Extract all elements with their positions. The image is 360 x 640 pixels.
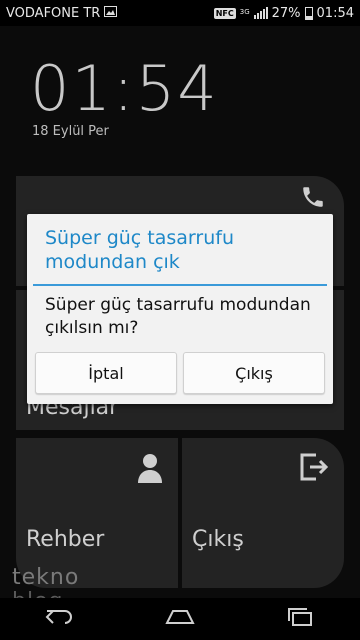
nfc-icon: NFC: [213, 7, 236, 19]
exit-label: Çıkış: [192, 527, 244, 552]
exit-button[interactable]: Çıkış: [183, 352, 325, 394]
phone-icon: [300, 184, 326, 214]
contact-icon: [136, 452, 164, 488]
recents-icon[interactable]: [283, 607, 317, 631]
image-icon: [104, 5, 118, 21]
battery-percent: 27%: [271, 5, 301, 21]
exit-tile[interactable]: Çıkış: [182, 438, 344, 588]
lock-clock: 01:54: [30, 52, 219, 125]
carrier-name: VODAFONE TR: [6, 5, 101, 21]
dialog-title: Süper güç tasarrufu modundan çık: [45, 227, 234, 273]
status-left: VODAFONE TR: [6, 5, 118, 21]
power-saving-dialog: Süper güç tasarrufu modundan çık Süper g…: [27, 214, 333, 404]
signal-icon: [253, 7, 268, 19]
watermark-line1: tekno: [12, 565, 80, 590]
home-icon[interactable]: [163, 607, 197, 631]
cancel-button[interactable]: İptal: [35, 352, 177, 394]
dialog-divider: [33, 284, 327, 286]
back-icon[interactable]: [43, 607, 77, 631]
dialog-message: Süper güç tasarrufu modundan çıkılsın mı…: [45, 295, 311, 338]
status-time: 01:54: [316, 5, 354, 21]
navigation-bar: [0, 598, 360, 640]
exit-icon: [298, 452, 330, 486]
battery-icon: [304, 6, 313, 20]
status-bar: VODAFONE TR NFC 3G 27% 01:54: [0, 0, 360, 26]
network-type: 3G: [239, 7, 250, 16]
lock-date: 18 Eylül Per: [32, 124, 109, 139]
status-right: NFC 3G 27% 01:54: [213, 5, 354, 21]
contacts-label: Rehber: [26, 527, 105, 552]
